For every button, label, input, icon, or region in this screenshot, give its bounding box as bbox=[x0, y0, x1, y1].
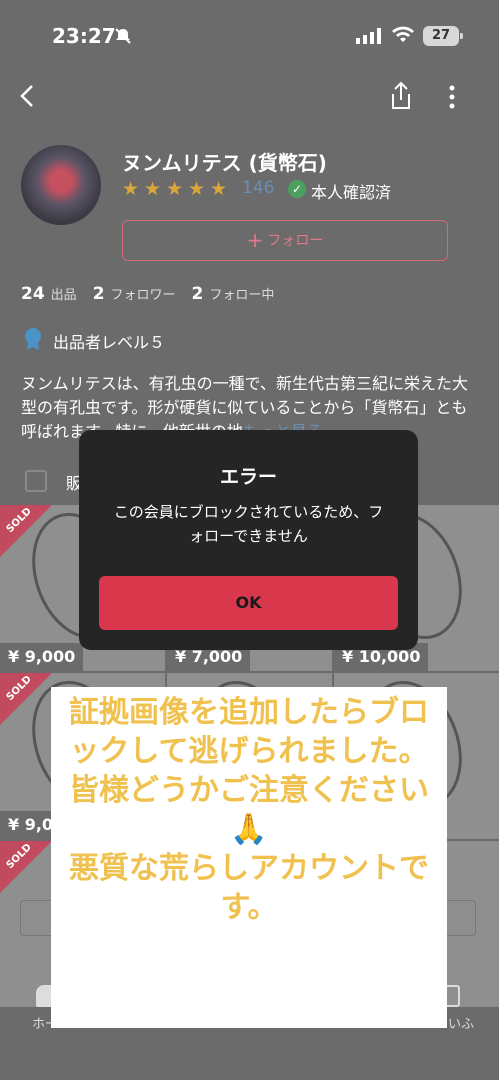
follow-button[interactable]: + フォロー bbox=[122, 220, 448, 261]
status-bar: 23:27 27 bbox=[0, 0, 499, 72]
profile-counts: 24 出品 2 フォロワー 2 フォロー中 bbox=[21, 284, 274, 304]
ok-button[interactable]: OK bbox=[99, 576, 398, 630]
error-dialog: エラー この会員にブロックされているため、フォローできません OK bbox=[79, 430, 418, 650]
more-options-icon[interactable] bbox=[445, 84, 459, 110]
rating-stars: ★ ★ ★ ★ ★ bbox=[122, 179, 230, 199]
caption-line: 悪質な荒らしアカウントです。 bbox=[69, 851, 429, 925]
follower-count-label: フォロワー bbox=[110, 288, 176, 303]
caption-line: 証拠画像を追加したらブロックして逃げられました。 bbox=[69, 695, 429, 769]
star-icon: ★ bbox=[122, 178, 140, 200]
app-screen: 23:27 27 ヌンムリテス (貨幣石) ★ ★ ★ ★ ★ 146 ✓ 本人… bbox=[0, 0, 499, 1080]
star-icon: ★ bbox=[166, 178, 184, 200]
sold-filter-checkbox[interactable] bbox=[25, 470, 47, 492]
profile-name: ヌンムリテス (貨幣石) bbox=[122, 151, 327, 175]
verified-check-icon: ✓ bbox=[288, 180, 306, 198]
following-count[interactable]: 2 フォロー中 bbox=[192, 284, 275, 304]
listing-count-value: 24 bbox=[21, 284, 45, 304]
seller-level-label: 出品者レベル５ bbox=[53, 333, 166, 352]
seller-level-badge-icon bbox=[25, 328, 41, 350]
caption-line: 皆様どうかご注意ください🙏 bbox=[69, 773, 429, 847]
back-arrow-icon[interactable] bbox=[16, 82, 40, 110]
following-count-value: 2 bbox=[191, 284, 204, 304]
nav-right-label[interactable]: いふ bbox=[448, 1013, 474, 1032]
wifi-icon bbox=[392, 26, 414, 42]
dialog-message: この会員にブロックされているため、フォローできません bbox=[113, 503, 384, 545]
follow-button-label: フォロー bbox=[267, 233, 324, 249]
avatar[interactable] bbox=[21, 145, 101, 225]
rating-count[interactable]: 146 bbox=[242, 178, 274, 198]
share-icon[interactable] bbox=[388, 80, 414, 112]
follower-count-value: 2 bbox=[92, 284, 105, 304]
caption-overlay: 証拠画像を追加したらブロックして逃げられました。 皆様どうかご注意ください🙏 悪… bbox=[51, 687, 447, 1028]
dialog-title: エラー bbox=[219, 466, 277, 488]
star-icon: ★ bbox=[144, 178, 162, 200]
listing-count[interactable]: 24 出品 bbox=[21, 284, 77, 304]
listing-count-label: 出品 bbox=[50, 288, 77, 303]
following-count-label: フォロー中 bbox=[209, 288, 275, 303]
follower-count[interactable]: 2 フォロワー bbox=[93, 284, 176, 304]
plus-icon: + bbox=[246, 228, 264, 252]
battery-indicator: 27 bbox=[423, 26, 463, 46]
star-icon: ★ bbox=[188, 178, 206, 200]
bell-muted-icon bbox=[115, 28, 131, 44]
listing-price: ¥ 9,000 bbox=[0, 643, 84, 671]
verified-label: 本人確認済 bbox=[311, 183, 392, 202]
status-time: 23:27 bbox=[52, 24, 116, 48]
cellular-signal-icon bbox=[356, 28, 381, 44]
star-icon: ★ bbox=[210, 178, 228, 200]
